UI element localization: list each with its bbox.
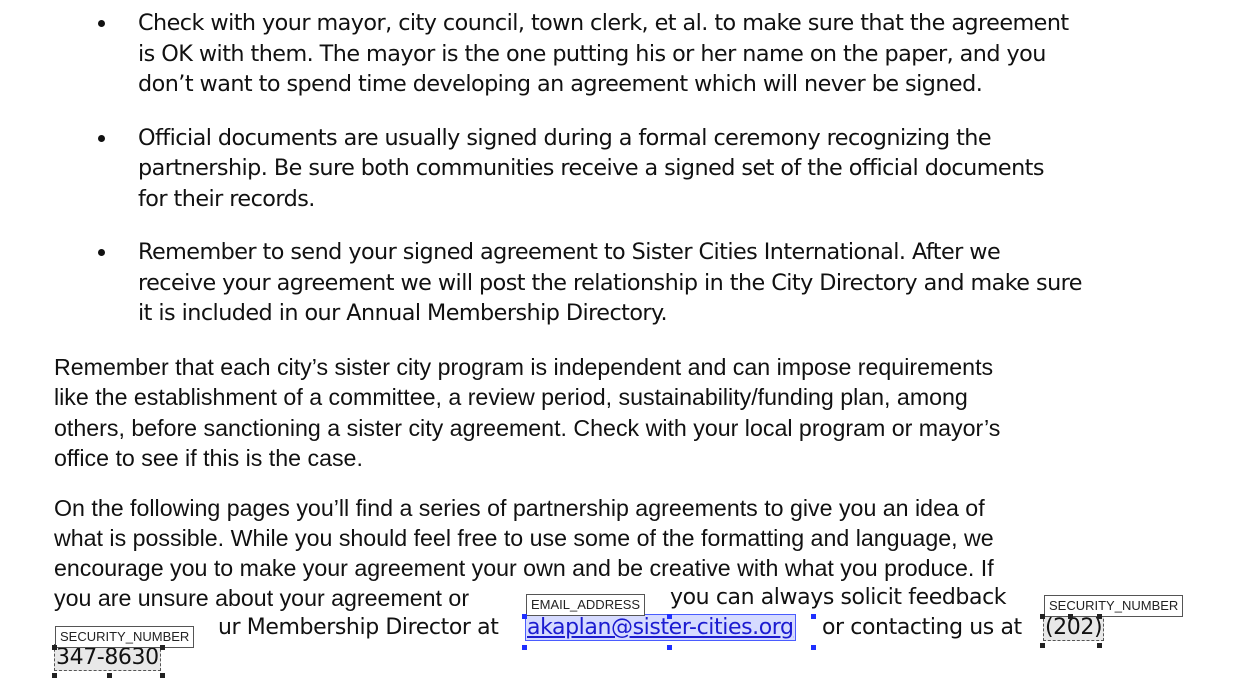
- document-page: { "bullets": [ {"text": "Check with your…: [0, 0, 1245, 696]
- paragraph-line: you can always solicit feedback: [670, 585, 1007, 610]
- redacted-phone-part[interactable]: 347-8630: [54, 644, 161, 671]
- paragraph-independent-programs: Remember that each city’s sister city pr…: [54, 354, 1001, 471]
- selection-handle-icon[interactable]: [1068, 614, 1073, 619]
- paragraph-line: ur Membership Director at: [218, 615, 499, 640]
- paragraph-line: encourage you to make your agreement you…: [54, 555, 994, 581]
- bullet-dot-icon: [98, 20, 105, 27]
- selection-handle-icon[interactable]: [52, 673, 57, 678]
- bullet-item: Check with your mayor, city council, tow…: [0, 8, 1245, 100]
- security-number-tag[interactable]: SECURITY_NUMBER: [1044, 595, 1184, 617]
- selection-handle-icon[interactable]: [160, 673, 165, 678]
- selection-handle-icon[interactable]: [1040, 614, 1045, 619]
- bullet-dot-icon: [98, 249, 105, 256]
- selection-handle-icon[interactable]: [811, 614, 816, 619]
- email-address-tag[interactable]: EMAIL_ADDRESS: [526, 594, 646, 616]
- bullet-item: Remember to send your signed agreement t…: [0, 237, 1245, 329]
- selection-handle-icon[interactable]: [811, 645, 816, 650]
- selection-handle-icon[interactable]: [1097, 643, 1102, 648]
- selection-handle-icon[interactable]: [107, 673, 112, 678]
- bullet-list: Check with your mayor, city council, tow…: [0, 8, 1245, 352]
- selection-handle-icon[interactable]: [1097, 614, 1102, 619]
- bullet-text: Check with your mayor, city council, tow…: [138, 10, 1069, 97]
- bullet-item: Official documents are usually signed du…: [0, 123, 1245, 215]
- paragraph-line: you are unsure about your agreement or: [54, 585, 470, 611]
- selection-handle-icon[interactable]: [1040, 643, 1045, 648]
- bullet-dot-icon: [98, 134, 105, 142]
- selection-handle-icon[interactable]: [160, 645, 165, 650]
- email-link[interactable]: akaplan@sister-cities.org: [525, 614, 796, 641]
- bullet-text: Official documents are usually signed du…: [138, 124, 1044, 212]
- security-number-tag[interactable]: SECURITY_NUMBER: [55, 626, 195, 648]
- selection-handle-icon[interactable]: [667, 645, 672, 650]
- selection-handle-icon[interactable]: [522, 645, 527, 650]
- selection-handle-icon[interactable]: [52, 645, 57, 650]
- selection-handle-icon[interactable]: [667, 614, 672, 619]
- selection-handle-icon[interactable]: [522, 614, 527, 619]
- redacted-phone-part[interactable]: (202): [1043, 614, 1105, 641]
- paragraph-line: or contacting us at: [822, 615, 1022, 640]
- paragraph-line: what is possible. While you should feel …: [54, 525, 994, 551]
- bullet-text: Remember to send your signed agreement t…: [138, 239, 1083, 326]
- paragraph-line: On the following pages you’ll find a ser…: [54, 495, 985, 521]
